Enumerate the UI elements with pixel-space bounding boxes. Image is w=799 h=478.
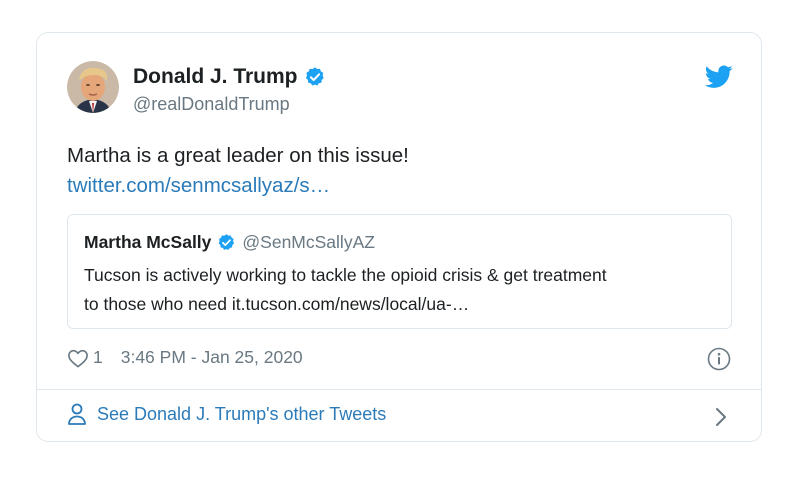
tweet-text: Martha is a great leader on this issue! [67, 144, 409, 167]
heart-icon[interactable] [67, 348, 89, 368]
tweet-text-block: Martha is a great leader on this issue! … [67, 141, 409, 201]
person-icon [68, 403, 86, 425]
tweet-link[interactable]: twitter.com/senmcsallyaz/s… [67, 171, 409, 201]
quoted-author-row: Martha McSally @SenMcSallyAZ [84, 232, 375, 253]
quoted-text-line: Tucson is actively working to tackle the… [84, 265, 607, 285]
quoted-text: Tucson is actively working to tackle the… [84, 261, 724, 319]
avatar[interactable] [67, 61, 119, 113]
see-other-tweets-link[interactable]: See Donald J. Trump's other Tweets [67, 403, 386, 425]
author-row: Donald J. Trump [133, 65, 326, 89]
see-other-tweets-label[interactable]: See Donald J. Trump's other Tweets [97, 404, 386, 425]
quoted-author-handle: @SenMcSallyAZ [242, 232, 375, 252]
author-handle[interactable]: @realDonaldTrump [133, 94, 290, 115]
tweet-meta: 1 3:46 PM - Jan 25, 2020 [67, 347, 303, 368]
chevron-right-icon[interactable] [715, 407, 727, 427]
twitter-bird-icon[interactable] [705, 65, 733, 89]
info-icon[interactable] [707, 347, 731, 371]
quoted-author-name: Martha McSally [84, 232, 212, 252]
quoted-tweet[interactable]: Martha McSally @SenMcSallyAZ Tucson is a… [67, 214, 732, 329]
author-name[interactable]: Donald J. Trump [133, 65, 298, 89]
verified-badge-icon [305, 67, 324, 86]
quoted-text-line: to those who need it.tucson.com/news/loc… [84, 294, 470, 314]
verified-badge-icon [219, 234, 235, 250]
tweet-timestamp[interactable]: 3:46 PM - Jan 25, 2020 [121, 347, 303, 368]
embedded-tweet-card: Donald J. Trump @realDonaldTrump Martha … [36, 32, 762, 442]
like-count[interactable]: 1 [93, 347, 103, 368]
divider [37, 389, 761, 390]
avatar-image [67, 61, 119, 113]
